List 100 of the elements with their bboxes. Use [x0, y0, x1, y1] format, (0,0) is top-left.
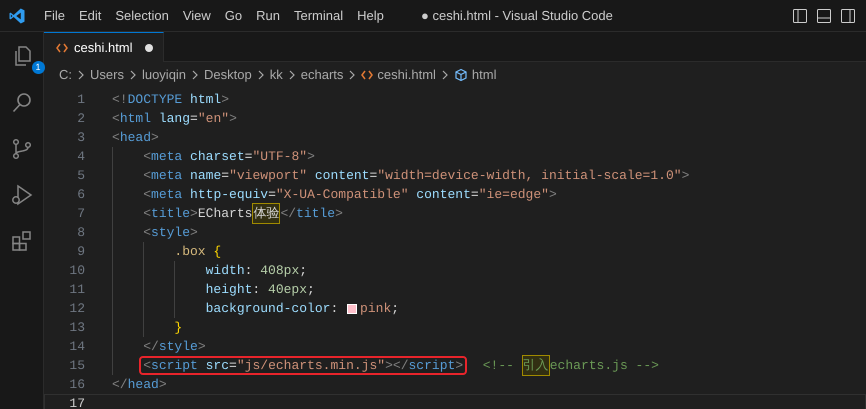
code-token: "UTF-8" [252, 148, 308, 166]
line-number: 17 [68, 394, 85, 409]
code-token: < [143, 166, 152, 185]
code-token: : [244, 262, 254, 280]
menu-item[interactable]: Help [351, 4, 390, 28]
cube-icon [454, 68, 468, 82]
code-token: = [370, 166, 378, 185]
code-token: .box [174, 242, 206, 261]
code-token: "ie=edge" [478, 186, 549, 204]
breadcrumb-item[interactable]: html [454, 65, 496, 85]
code-token: width [206, 262, 245, 280]
code-token: { [212, 242, 222, 261]
line-number: 13 [68, 318, 85, 337]
chevron-icon [128, 70, 137, 80]
code-token: </ [280, 204, 296, 223]
line-number: 10 [68, 262, 85, 280]
code-token: = [268, 186, 276, 204]
code-token: "js/echarts.min.js" [236, 356, 386, 375]
breadcrumb-item[interactable]: Desktop [204, 65, 252, 85]
breadcrumb-item[interactable]: C: [59, 65, 72, 85]
line-number: 4 [76, 148, 85, 166]
line-number: 8 [76, 224, 85, 242]
menu-item[interactable]: Terminal [288, 4, 350, 28]
secondary-sidebar-layout-icon[interactable] [840, 8, 856, 24]
code-token: "width=device-width, initial-scale=1.0" [377, 166, 682, 185]
code-token: ; [299, 262, 308, 280]
code-token: ; [391, 300, 400, 318]
sidebar-layout-icon[interactable] [792, 8, 808, 24]
code-token: </ [112, 376, 128, 394]
menu-item[interactable]: Edit [72, 4, 108, 28]
code-token: > [455, 356, 464, 375]
menu-item[interactable]: Run [250, 4, 286, 28]
html-file-icon [56, 42, 68, 52]
color-swatch[interactable] [347, 304, 358, 314]
menu-item[interactable]: Selection [109, 4, 175, 28]
breadcrumb-item[interactable]: kk [270, 65, 283, 85]
breadcrumb-item[interactable]: luoyiqin [142, 65, 186, 85]
code-token: <! [112, 90, 128, 109]
line-number: 1 [76, 90, 85, 109]
code-token: "X-UA-Compatible" [276, 186, 408, 204]
breadcrumb-item[interactable]: ceshi.html [361, 65, 436, 85]
chevron-icon [288, 70, 296, 80]
code-token: background-color [206, 300, 330, 318]
code-token: 40epx [268, 280, 308, 299]
code-token: > [682, 166, 690, 185]
code-token: http-equiv [189, 186, 268, 204]
code-token: style [158, 338, 198, 356]
code-token: head [128, 376, 159, 394]
code-token: "viewport" [229, 166, 308, 185]
code-token: echarts.js --> [550, 356, 659, 375]
menu-item[interactable]: View [176, 4, 217, 28]
code-token: > [221, 90, 230, 109]
code-token: "en" [198, 110, 230, 128]
editor-tab[interactable]: ceshi.html [44, 32, 164, 62]
code-token: height [206, 280, 252, 299]
code-token: pink [360, 300, 392, 318]
code-token: < [143, 204, 152, 223]
code-token: ></ [385, 356, 408, 375]
code-token: < [112, 110, 120, 128]
line-number: 12 [68, 300, 85, 318]
code-token: < [143, 186, 152, 204]
menu-item[interactable]: Go [218, 4, 248, 28]
code-token: </ [143, 338, 159, 356]
code-token: style [151, 224, 190, 242]
code-token: title [151, 204, 190, 223]
code-token: meta [151, 148, 182, 166]
code-token: script [151, 356, 198, 375]
chevron-icon [440, 70, 449, 80]
code-token: > [158, 376, 167, 394]
code-token: DOCTYPE [128, 90, 182, 109]
code-token: html [120, 110, 152, 128]
code-token: ECharts [198, 204, 252, 223]
code-token: : [330, 300, 340, 318]
code-token: meta [151, 166, 182, 185]
code-token: > [198, 338, 206, 356]
code-token: ; [307, 280, 315, 299]
breadcrumb-item[interactable]: echarts [300, 65, 344, 85]
code-token: 体验 [252, 202, 280, 224]
code-token: > [190, 204, 198, 223]
line-number: 6 [76, 186, 85, 204]
code-token: script [408, 356, 456, 375]
code-token: src [204, 356, 230, 375]
code-token: content [415, 186, 471, 204]
breadcrumb-item[interactable]: Users [90, 65, 124, 85]
code-token: > [335, 204, 343, 223]
menu-item[interactable]: File [38, 4, 71, 28]
line-number: 2 [76, 110, 85, 128]
chevron-icon [77, 70, 85, 80]
line-number: 9 [76, 242, 85, 261]
code-token: > [190, 224, 198, 242]
chevron-icon [348, 70, 356, 80]
line-number: 16 [68, 376, 85, 394]
extensions-icon[interactable] [10, 229, 34, 253]
chevron-icon [191, 70, 200, 80]
code-token: <!-- [482, 356, 515, 375]
panel-layout-icon[interactable] [816, 8, 832, 24]
run-debug-icon[interactable] [10, 183, 34, 207]
code-token: 408px [260, 262, 300, 280]
line-number: 3 [76, 128, 85, 147]
code-token: = [229, 356, 237, 375]
